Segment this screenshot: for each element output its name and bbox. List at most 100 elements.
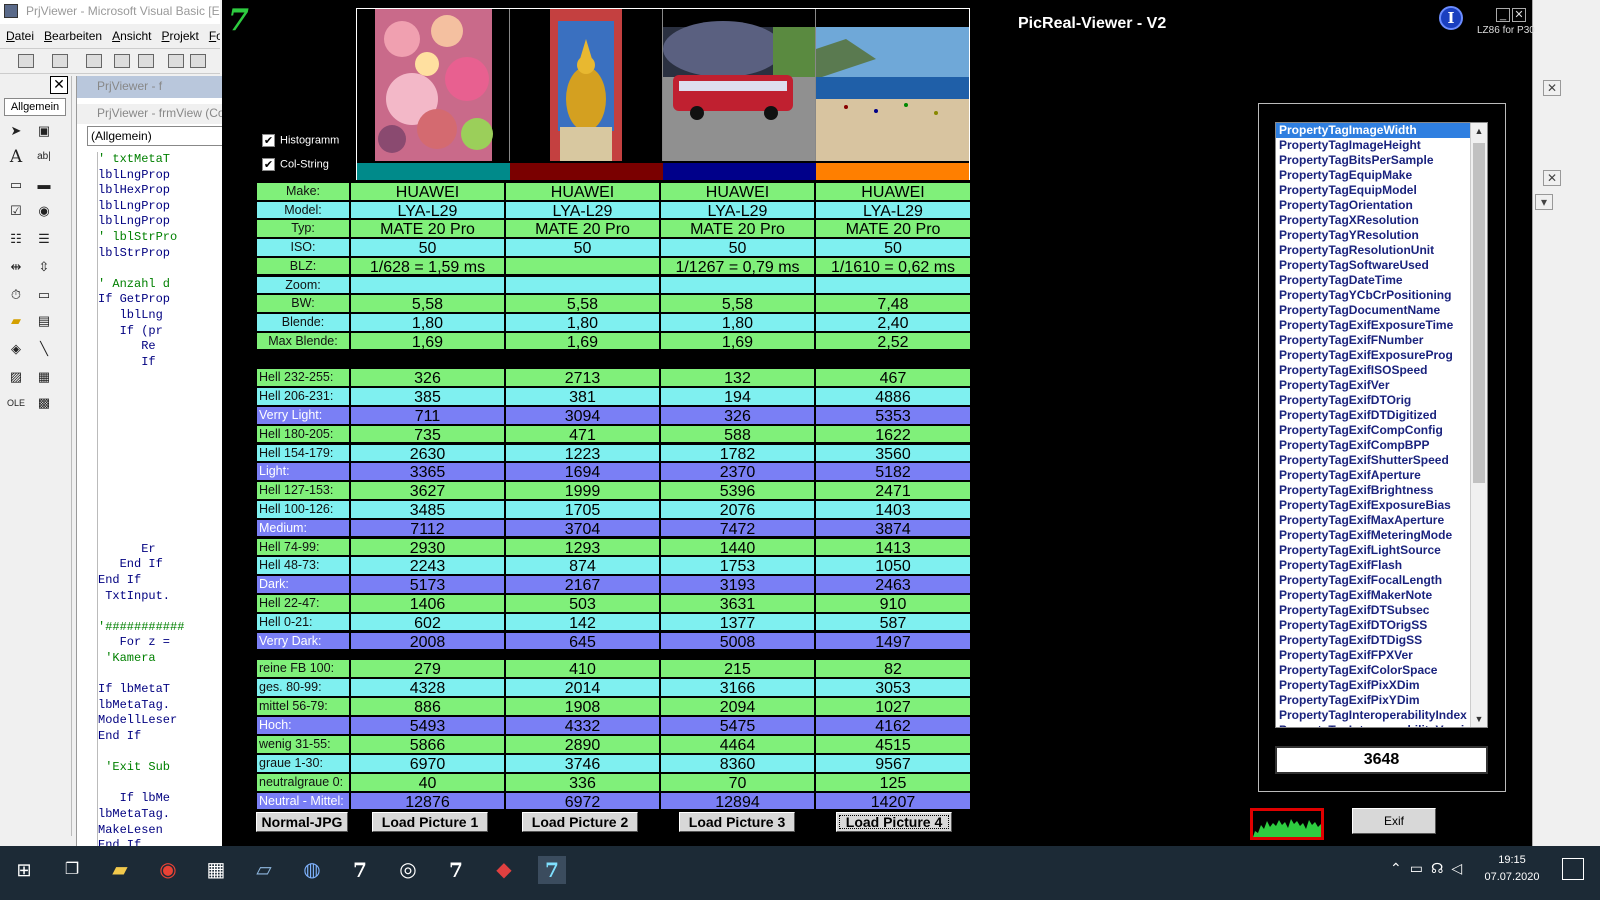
menu-bearbeiten[interactable]: Bearbeiten (38, 26, 106, 43)
task-view-icon[interactable]: ❐ (58, 856, 86, 884)
cut-icon[interactable] (168, 54, 184, 68)
load-picture-2-button[interactable]: Load Picture 2 (522, 812, 638, 832)
system-tray[interactable]: ⌃▭☊◁ (1390, 860, 1470, 877)
histogram-preview[interactable] (1250, 808, 1324, 840)
property-list-item[interactable]: PropertyTagExifCompConfig (1276, 423, 1487, 438)
app-7-icon[interactable]: 7 (346, 856, 374, 884)
property-list-item[interactable]: PropertyTagImageHeight (1276, 138, 1487, 153)
code-line[interactable]: lblStrProp (98, 246, 227, 262)
code-line[interactable]: Re (98, 339, 227, 355)
notification-icon[interactable] (1562, 858, 1584, 880)
property-list-item[interactable]: PropertyTagEquipMake (1276, 168, 1487, 183)
property-list-item[interactable]: PropertyTagExifPixYDim (1276, 693, 1487, 708)
property-list[interactable]: PropertyTagImageWidth PropertyTagImageHei… (1275, 122, 1488, 728)
close-icon[interactable]: ✕ (50, 76, 68, 94)
close-icon[interactable]: ✕ (1512, 8, 1526, 22)
load-picture-3-button[interactable]: Load Picture 3 (679, 812, 795, 832)
code-line[interactable]: ' Anzahl d (98, 277, 227, 293)
dirlist-tool-icon[interactable]: ▰ (6, 312, 26, 330)
code-line[interactable] (98, 448, 227, 464)
menu-projekt[interactable]: Projekt (155, 26, 202, 43)
code-line[interactable]: ' lblStrPro (98, 230, 227, 246)
textbox-tool-icon[interactable]: ab| (34, 148, 54, 166)
checkbox-tool-icon[interactable]: ☑ (6, 202, 26, 220)
listbox-tool-icon[interactable]: ☰ (34, 230, 54, 248)
calendar-tool-icon[interactable]: ▩ (34, 394, 54, 412)
code-line[interactable]: End If (98, 557, 227, 573)
code-line[interactable] (98, 776, 227, 792)
object-combobox[interactable]: (Allgemein) (87, 126, 227, 146)
chrome-icon[interactable]: ◉ (154, 856, 182, 884)
property-list-item[interactable]: PropertyTagExifShutterSpeed (1276, 453, 1487, 468)
code-line[interactable]: If lbMe (98, 791, 227, 807)
code-line[interactable]: lbMetaTag. (98, 698, 227, 714)
code-line[interactable] (98, 745, 227, 761)
property-list-item[interactable]: PropertyTagResolutionUnit (1276, 243, 1487, 258)
property-list-item[interactable]: PropertyTagOrientation (1276, 198, 1487, 213)
code-line[interactable] (98, 495, 227, 511)
code-line[interactable]: lblLngProp (98, 168, 227, 184)
code-line[interactable]: lblHexProp (98, 183, 227, 199)
checkbox-check-icon[interactable]: ✔ (262, 158, 275, 171)
scroll-up-icon[interactable]: ▲ (1471, 123, 1487, 139)
code-line[interactable] (98, 370, 227, 386)
hscroll-tool-icon[interactable]: ⇹ (6, 258, 26, 276)
menu-ansicht[interactable]: Ansicht (106, 26, 155, 43)
thumbnail-3[interactable] (663, 9, 816, 161)
drivelist-tool-icon[interactable]: ▭ (34, 286, 54, 304)
image-tool-icon[interactable]: ▨ (6, 368, 26, 386)
data-tool-icon[interactable]: ▦ (34, 368, 54, 386)
button-tool-icon[interactable]: ▬ (34, 176, 54, 194)
property-list-item[interactable]: PropertyTagExifAperture (1276, 468, 1487, 483)
load-picture-4-button[interactable]: Load Picture 4 (836, 812, 952, 832)
code-line[interactable] (98, 433, 227, 449)
property-list-item[interactable]: PropertyTagExifDTOrigSS (1276, 618, 1487, 633)
property-list-scrollbar[interactable]: ▲ ▼ (1470, 123, 1487, 727)
checkbox-check-icon[interactable]: ✔ (262, 134, 275, 147)
code-line[interactable]: lblLngProp (98, 199, 227, 215)
code-line[interactable]: 'Exit Sub (98, 760, 227, 776)
property-list-item[interactable]: PropertyTagExifFocalLength (1276, 573, 1487, 588)
add-form-icon[interactable] (52, 54, 68, 68)
property-list-item[interactable]: PropertyTagYCbCrPositioning (1276, 288, 1487, 303)
property-list-item[interactable]: PropertyTagExifMeteringMode (1276, 528, 1487, 543)
code-line[interactable] (98, 402, 227, 418)
open-icon[interactable] (114, 54, 130, 68)
shape-tool-icon[interactable]: ◈ (6, 340, 26, 358)
thumbnail-4[interactable] (816, 9, 969, 161)
thumbnail-1[interactable] (357, 9, 510, 161)
load-picture-1-button[interactable]: Load Picture 1 (372, 812, 488, 832)
property-list-item[interactable]: PropertyTagExifISOSpeed (1276, 363, 1487, 378)
property-list-item[interactable]: PropertyTagInteroperabilityVersion (1276, 723, 1487, 727)
property-list-item[interactable]: PropertyTagExifFNumber (1276, 333, 1487, 348)
property-list-item[interactable]: PropertyTagSoftwareUsed (1276, 258, 1487, 273)
code-line[interactable]: If GetProp (98, 292, 227, 308)
combobox-tool-icon[interactable]: ☷ (6, 230, 26, 248)
scroll-down-icon[interactable]: ▼ (1471, 711, 1487, 727)
code-line[interactable]: 'Kamera (98, 651, 227, 667)
normal-jpg-button[interactable]: Normal-JPG (256, 812, 348, 832)
ole-tool-icon[interactable]: OLE (6, 394, 26, 412)
exif-button[interactable]: Exif (1352, 808, 1436, 834)
property-list-item[interactable]: PropertyTagExifCompBPP (1276, 438, 1487, 453)
code-line[interactable] (98, 386, 227, 402)
code-line[interactable] (98, 464, 227, 480)
code-line[interactable]: MakeLesen (98, 823, 227, 839)
code-line[interactable]: ' txtMetaT (98, 152, 227, 168)
picreal-viewer-taskbar-icon[interactable]: 7 (538, 856, 566, 884)
property-list-item[interactable]: PropertyTagDateTime (1276, 273, 1487, 288)
property-list-item[interactable]: PropertyTagExifPixXDim (1276, 678, 1487, 693)
info-icon[interactable]: I (1439, 6, 1463, 30)
property-list-item[interactable]: PropertyTagExifDTSubsec (1276, 603, 1487, 618)
col-string-checkbox[interactable]: ✔ Col-String (262, 158, 358, 174)
code-line[interactable] (98, 667, 227, 683)
close-icon[interactable]: ✕ (1543, 170, 1561, 186)
property-list-item[interactable]: PropertyTagBitsPerSample (1276, 153, 1487, 168)
property-list-item[interactable]: PropertyTagExifDTDigitized (1276, 408, 1487, 423)
minimize-icon[interactable]: _ (1496, 8, 1510, 22)
save-icon[interactable] (138, 54, 154, 68)
code-line[interactable]: ModellLeser (98, 713, 227, 729)
app-7b-icon[interactable]: 7 (442, 856, 470, 884)
timer-tool-icon[interactable]: ⏱ (6, 286, 26, 304)
code-line[interactable]: If lbMetaT (98, 682, 227, 698)
